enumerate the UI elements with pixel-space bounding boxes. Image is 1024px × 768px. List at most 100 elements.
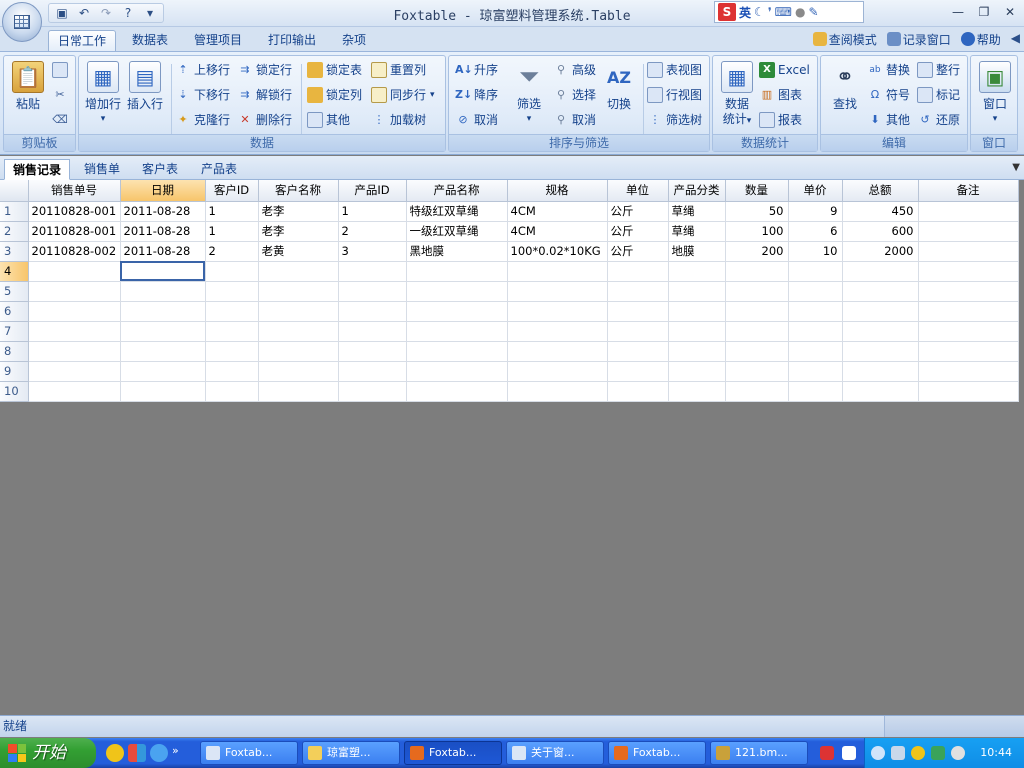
table-row[interactable]: 10 <box>0 381 1019 402</box>
table-cell[interactable]: 老黄 <box>258 241 339 262</box>
table-cell[interactable] <box>918 321 1019 342</box>
table-cell[interactable] <box>918 381 1019 402</box>
table-cell[interactable] <box>258 321 339 342</box>
play-icon[interactable]: ◀ <box>1011 31 1020 48</box>
chevron-down-icon[interactable]: ▼ <box>1012 162 1020 173</box>
data-statistics-button[interactable]: ▦ 数据 统计▾ <box>715 61 759 129</box>
cut-button[interactable]: ✂ <box>52 84 71 106</box>
table-cell[interactable] <box>120 321 206 342</box>
table-row[interactable]: 9 <box>0 361 1019 382</box>
cancel-sort-button[interactable]: ⊘ 取消 <box>455 109 498 131</box>
table-cell[interactable] <box>668 301 726 322</box>
table-cell[interactable] <box>338 361 407 382</box>
restore-button[interactable]: ↺ 还原 <box>917 109 960 131</box>
move-down-button[interactable]: ⇣ 下移行 <box>175 84 230 106</box>
table-cell[interactable] <box>507 381 608 402</box>
table-cell[interactable]: 50 <box>725 201 789 222</box>
move-up-button[interactable]: ⇡ 上移行 <box>175 59 230 81</box>
table-cell[interactable]: 20110828-001 <box>28 201 121 222</box>
view-mode-link[interactable]: 查阅模式 <box>812 31 877 48</box>
table-cell[interactable] <box>788 321 843 342</box>
restore-icon[interactable]: ❐ <box>972 3 996 21</box>
table-cell[interactable] <box>338 301 407 322</box>
network-icon[interactable] <box>871 746 885 760</box>
tab-data-table[interactable]: 数据表 <box>123 30 177 52</box>
table-cell[interactable] <box>28 321 121 342</box>
start-button[interactable]: 开始 <box>0 738 96 768</box>
column-header[interactable]: 单价 <box>788 180 843 202</box>
row-view-button[interactable]: 行视图 <box>647 84 702 106</box>
filter-tree-button[interactable]: ⋮ 筛选树 <box>647 109 703 131</box>
table-cell[interactable]: 20110828-002 <box>28 241 121 262</box>
column-header[interactable]: 销售单号 <box>28 180 121 202</box>
user-icon[interactable]: ● <box>795 5 805 19</box>
table-cell[interactable]: 草绳 <box>668 221 726 242</box>
table-cell[interactable]: 2011-08-28 <box>120 221 206 242</box>
table-row[interactable]: 1 20110828-001 2011-08-28 1 老李 1 特级红双草绳 4CM 公斤 草绳… <box>0 201 1019 222</box>
table-cell[interactable]: 公斤 <box>607 221 669 242</box>
table-cell[interactable] <box>918 341 1019 362</box>
replace-button[interactable]: ab 替换 <box>867 59 910 81</box>
moon-icon[interactable]: ☾ <box>754 5 765 19</box>
sheet-tab-sales-records[interactable]: 销售记录 <box>4 159 71 180</box>
table-cell[interactable] <box>507 261 608 282</box>
table-cell[interactable] <box>725 261 789 282</box>
row-header[interactable]: 2 <box>0 221 29 242</box>
table-cell[interactable] <box>788 281 843 302</box>
table-cell[interactable] <box>406 381 508 402</box>
table-cell[interactable]: 200 <box>725 241 789 262</box>
row-header[interactable]: 10 <box>0 381 29 402</box>
table-cell[interactable]: 9 <box>788 201 843 222</box>
table-cell[interactable] <box>205 281 259 302</box>
table-cell[interactable]: 1 <box>205 201 259 222</box>
load-tree-button[interactable]: ⋮ 加载树 <box>371 109 427 131</box>
table-cell[interactable] <box>725 281 789 302</box>
other-data-button[interactable]: 其他 <box>307 109 350 131</box>
table-cell[interactable] <box>258 381 339 402</box>
column-header[interactable]: 产品名称 <box>406 180 508 202</box>
punctuation-icon[interactable]: ❜ <box>768 5 772 19</box>
table-cell[interactable] <box>788 361 843 382</box>
shield-icon[interactable] <box>931 746 945 760</box>
table-cell[interactable] <box>338 341 407 362</box>
table-cell[interactable]: 特级红双草绳 <box>406 201 508 222</box>
table-cell[interactable] <box>507 321 608 342</box>
table-cell[interactable] <box>607 381 669 402</box>
table-cell[interactable] <box>668 261 726 282</box>
lock-row-button[interactable]: ⇉ 锁定行 <box>237 59 292 81</box>
table-cell[interactable] <box>607 361 669 382</box>
filter-button[interactable]: ⏷ 筛选 ▾ <box>507 61 551 127</box>
table-cell[interactable]: 450 <box>842 201 919 222</box>
minimize-icon[interactable]: — <box>946 3 970 21</box>
table-cell[interactable] <box>918 221 1019 242</box>
tab-daily-work[interactable]: 日常工作 <box>48 30 117 52</box>
table-cell[interactable] <box>258 341 339 362</box>
table-cell[interactable] <box>338 281 407 302</box>
more-chevron-icon[interactable]: » <box>172 744 179 762</box>
table-cell[interactable] <box>668 381 726 402</box>
close-icon[interactable]: ✕ <box>998 3 1022 21</box>
table-cell[interactable] <box>788 381 843 402</box>
mark-button[interactable]: 标记 <box>917 84 960 106</box>
column-header[interactable]: 日期 <box>120 180 206 202</box>
select-filter-button[interactable]: ⚲ 选择 <box>553 84 596 106</box>
clone-row-button[interactable]: ✦ 克隆行 <box>175 109 230 131</box>
table-cell[interactable] <box>406 321 508 342</box>
speaker-icon[interactable] <box>951 746 965 760</box>
lock-table-button[interactable]: 锁定表 <box>307 59 362 81</box>
table-cell[interactable]: 6 <box>788 221 843 242</box>
row-header[interactable]: 5 <box>0 281 29 302</box>
table-cell[interactable]: 2011-08-28 <box>120 241 206 262</box>
table-cell[interactable] <box>205 261 259 282</box>
table-cell[interactable] <box>258 281 339 302</box>
table-cell[interactable] <box>725 341 789 362</box>
table-cell[interactable] <box>918 201 1019 222</box>
table-cell[interactable] <box>28 281 121 302</box>
table-cell[interactable] <box>842 301 919 322</box>
table-cell[interactable] <box>918 241 1019 262</box>
table-cell[interactable]: 600 <box>842 221 919 242</box>
tab-print-output[interactable]: 打印输出 <box>259 30 325 52</box>
add-icon[interactable] <box>106 744 124 762</box>
table-cell[interactable] <box>725 381 789 402</box>
table-cell[interactable]: 100 <box>725 221 789 242</box>
